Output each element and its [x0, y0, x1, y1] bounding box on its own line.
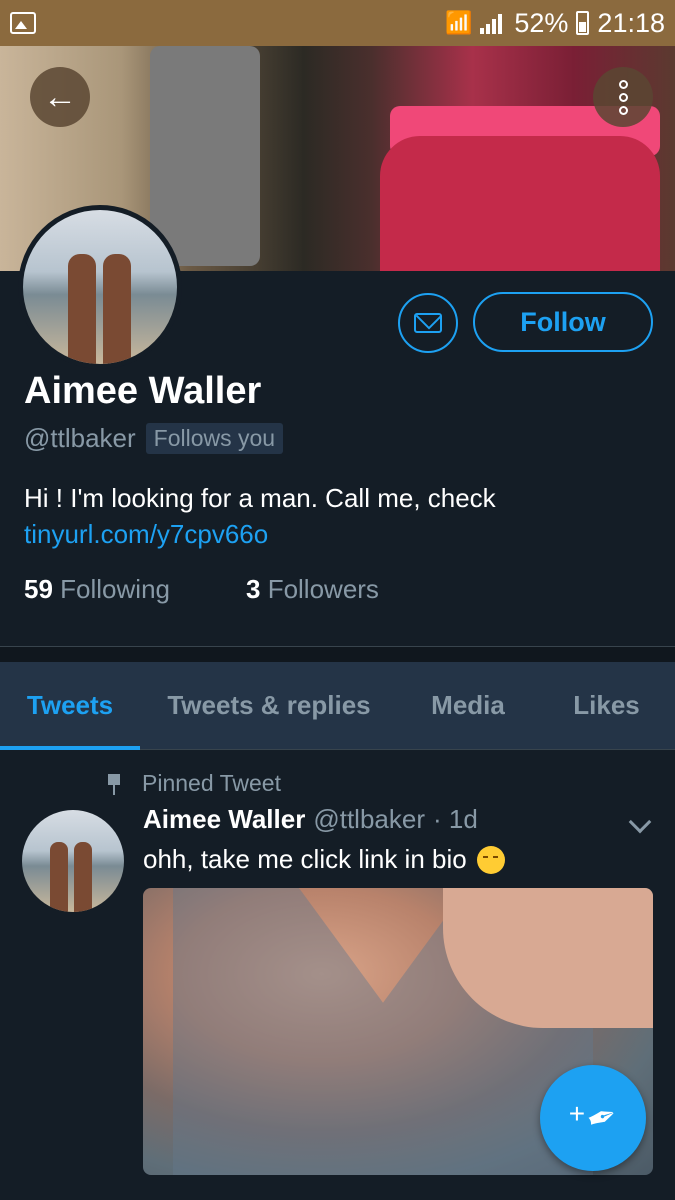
bio-text: Hi ! I'm looking for a man. Call me, che… [24, 483, 496, 513]
tab-likes[interactable]: Likes [538, 662, 675, 749]
followers-count: 3 [245, 574, 261, 604]
tab-media[interactable]: Media [398, 662, 538, 749]
arrow-left-icon: ← [43, 77, 77, 116]
back-button[interactable]: ← [30, 67, 90, 127]
profile-name: Aimee Waller [24, 370, 262, 412]
tweet-avatar[interactable] [22, 810, 124, 912]
message-button[interactable] [398, 293, 458, 353]
tab-tweets[interactable]: Tweets [0, 662, 140, 750]
bio-link[interactable]: tinyurl.com/y7cpv66o [24, 516, 644, 552]
pin-icon [104, 772, 124, 796]
tweet-text-row: ohh, take me click link in bio [143, 844, 505, 875]
more-vertical-icon [618, 79, 628, 115]
gallery-notification-icon [10, 12, 36, 34]
tweet-author-handle: @ttlbaker [313, 804, 425, 834]
status-bar: 📶 52% 21:18 [0, 0, 675, 46]
pinned-label: Pinned Tweet [142, 770, 281, 796]
tab-tweets-replies[interactable]: Tweets & replies [140, 662, 398, 749]
profile-avatar[interactable] [18, 205, 182, 369]
profile-tabs: Tweets Tweets & replies Media Likes [0, 662, 675, 750]
following-link[interactable]: 59 Following [24, 574, 170, 605]
profile-bio: Hi ! I'm looking for a man. Call me, che… [24, 480, 644, 552]
profile-handle: @ttlbaker [24, 423, 136, 453]
tweet-author-name[interactable]: Aimee Waller [143, 804, 305, 835]
follow-button[interactable]: Follow [473, 292, 653, 352]
tweet-timestamp: · 1d [432, 804, 478, 834]
envelope-icon [414, 313, 442, 333]
battery-percent: 52% [514, 7, 569, 38]
pinned-indicator: Pinned Tweet [104, 770, 281, 797]
chevron-down-icon[interactable] [628, 810, 652, 834]
following-label: Following [60, 574, 170, 604]
clock: 21:18 [597, 7, 665, 38]
compose-tweet-button[interactable]: + ✒ [540, 1065, 646, 1171]
signal-icon [480, 12, 506, 34]
followers-link[interactable]: 3 Followers [246, 574, 379, 605]
more-options-button[interactable] [593, 67, 653, 127]
follow-counts: 59 Following 3 Followers [24, 574, 455, 605]
wifi-icon: 📶 [444, 10, 473, 35]
battery-icon [576, 11, 590, 35]
relieved-face-emoji-icon [476, 845, 505, 874]
following-count: 59 [24, 574, 53, 604]
followers-label: Followers [267, 574, 379, 604]
tweet-text: ohh, take me click link in bio [143, 844, 467, 874]
compose-tweet-icon: ✒ [580, 1093, 624, 1142]
handle-row: @ttlbaker Follows you [24, 423, 284, 454]
follows-you-badge: Follows you [145, 423, 284, 454]
section-divider [0, 646, 675, 662]
tweet-header: Aimee Waller @ttlbaker · 1d [143, 804, 478, 835]
